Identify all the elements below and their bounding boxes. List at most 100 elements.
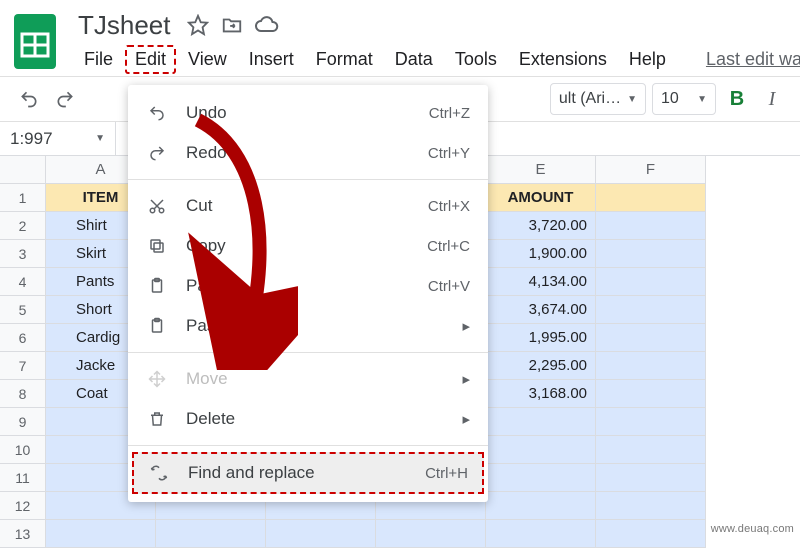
cell[interactable]: AMOUNT [486,184,596,212]
cell[interactable] [596,408,706,436]
document-title[interactable]: TJsheet [74,10,175,41]
menu-insert[interactable]: Insert [239,45,304,74]
menu-label: Paste [186,276,410,296]
font-size-select[interactable]: 10 ▼ [652,83,716,115]
cell[interactable]: 4,134.00 [486,268,596,296]
cell[interactable]: 3,168.00 [486,380,596,408]
cell[interactable] [46,520,156,548]
menu-label: Find and replace [188,463,407,483]
cell[interactable] [486,436,596,464]
font-size-value: 10 [661,90,679,108]
cell[interactable] [266,520,376,548]
cell[interactable]: 3,674.00 [486,296,596,324]
menu-paste[interactable]: Paste Ctrl+V [128,266,488,306]
row-header[interactable]: 11 [0,464,46,492]
row-header[interactable]: 13 [0,520,46,548]
cell[interactable] [486,464,596,492]
cell[interactable] [596,492,706,520]
cell[interactable]: 2,295.00 [486,352,596,380]
move-icon [146,370,168,388]
row-header[interactable]: 10 [0,436,46,464]
menu-find-replace[interactable]: Find and replace Ctrl+H [132,452,484,494]
title-bar: TJsheet File Edit View Insert Format Dat… [0,0,800,76]
cell[interactable]: 1,995.00 [486,324,596,352]
copy-icon [146,237,168,255]
star-icon[interactable] [187,14,209,36]
menu-paste-special[interactable]: Paste special ▸ [128,306,488,346]
row-header[interactable]: 12 [0,492,46,520]
cell[interactable] [156,520,266,548]
last-edit-link[interactable]: Last edit wa… [696,45,800,74]
menu-move: Move ▸ [128,359,488,399]
undo-icon[interactable] [14,84,44,114]
name-box-value: 1:997 [10,129,53,149]
cell[interactable] [596,520,706,548]
menu-shortcut: Ctrl+Z [429,105,470,122]
menu-format[interactable]: Format [306,45,383,74]
menu-view[interactable]: View [178,45,237,74]
bold-button[interactable]: B [722,88,752,111]
cell[interactable] [596,464,706,492]
cell[interactable] [376,520,486,548]
row-header[interactable]: 7 [0,352,46,380]
paste-special-icon [146,317,168,335]
redo-icon[interactable] [50,84,80,114]
row-header[interactable]: 4 [0,268,46,296]
col-header[interactable]: E [486,156,596,184]
menu-undo[interactable]: Undo Ctrl+Z [128,93,488,133]
font-family-select[interactable]: ult (Ari… ▼ [550,83,646,115]
cell[interactable]: 1,900.00 [486,240,596,268]
cell[interactable] [596,296,706,324]
menu-separator [128,445,488,446]
menu-shortcut: Ctrl+C [427,238,470,255]
menu-extensions[interactable]: Extensions [509,45,617,74]
sheets-logo[interactable] [14,14,56,72]
menu-separator [128,179,488,180]
watermark: www.deuaq.com [711,523,794,535]
cell[interactable] [596,380,706,408]
row-header[interactable]: 1 [0,184,46,212]
cell[interactable] [596,352,706,380]
select-all-corner[interactable] [0,156,46,184]
menu-cut[interactable]: Cut Ctrl+X [128,186,488,226]
menu-data[interactable]: Data [385,45,443,74]
row-header[interactable]: 3 [0,240,46,268]
col-header[interactable]: F [596,156,706,184]
menu-delete[interactable]: Delete ▸ [128,399,488,439]
menu-help[interactable]: Help [619,45,676,74]
row-header[interactable]: 8 [0,380,46,408]
menu-redo[interactable]: Redo Ctrl+Y [128,133,488,173]
menu-edit[interactable]: Edit [125,45,176,74]
italic-button[interactable]: I [758,88,786,111]
find-replace-icon [148,464,170,482]
cell[interactable] [486,520,596,548]
cell[interactable] [486,408,596,436]
menu-label: Paste special [186,316,444,336]
menu-copy[interactable]: Copy Ctrl+C [128,226,488,266]
name-box[interactable]: 1:997 ▼ [0,122,116,155]
menu-file[interactable]: File [74,45,123,74]
cell[interactable] [596,268,706,296]
cell[interactable] [596,436,706,464]
row-header[interactable]: 5 [0,296,46,324]
row-header[interactable]: 2 [0,212,46,240]
menu-shortcut: Ctrl+H [425,465,468,482]
cloud-status-icon[interactable] [255,13,279,37]
row-header[interactable]: 9 [0,408,46,436]
cell[interactable]: 3,720.00 [486,212,596,240]
cell[interactable] [596,324,706,352]
cell[interactable] [596,240,706,268]
menu-label: Undo [186,103,411,123]
row-header[interactable]: 6 [0,324,46,352]
menu-label: Redo [186,143,410,163]
cell[interactable] [596,212,706,240]
cell[interactable] [596,184,706,212]
menu-bar: File Edit View Insert Format Data Tools … [74,42,800,76]
submenu-arrow-icon: ▸ [462,410,470,428]
menu-label: Move [186,369,444,389]
menu-tools[interactable]: Tools [445,45,507,74]
cell[interactable] [486,492,596,520]
menu-label: Cut [186,196,410,216]
chevron-down-icon: ▼ [95,133,105,144]
move-folder-icon[interactable] [221,14,243,36]
